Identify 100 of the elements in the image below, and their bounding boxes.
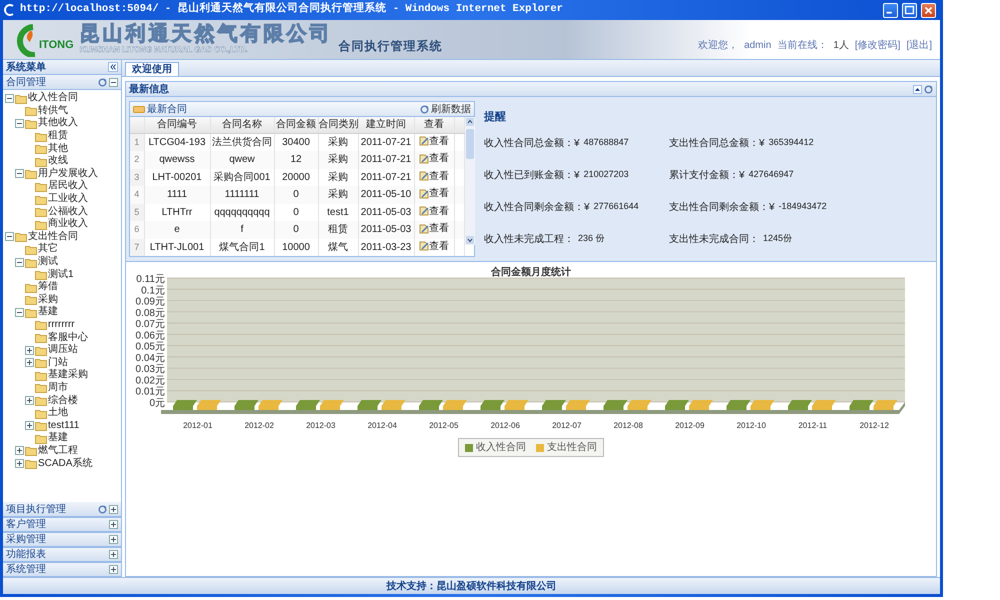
tree-toggle-icon[interactable] [15, 118, 24, 128]
collapse-icon[interactable] [109, 78, 118, 86]
tree-item[interactable]: 调压站 [48, 345, 78, 356]
expand-icon[interactable] [109, 520, 118, 529]
view-link[interactable]: 查看 [419, 134, 449, 148]
maximize-button[interactable] [902, 2, 917, 18]
legend-label: 收入性合同 [476, 440, 526, 455]
folder-icon[interactable] [35, 269, 47, 280]
expand-icon[interactable] [109, 550, 118, 559]
bar [419, 400, 443, 410]
folder-icon[interactable] [35, 319, 47, 330]
tree-item[interactable]: SCADA系统 [38, 458, 92, 469]
expand-icon[interactable] [109, 504, 118, 514]
tree-toggle-icon[interactable] [15, 308, 24, 317]
tree-toggle-icon[interactable] [5, 94, 14, 103]
refresh-icon[interactable] [420, 104, 429, 114]
online-label: 当前在线： [777, 38, 828, 53]
column-header: 合同类别 [318, 117, 358, 133]
refresh-link[interactable]: 刷新数据 [431, 102, 471, 116]
tree-item[interactable]: 其他 [48, 144, 68, 154]
stat-value: 1245份 [763, 232, 792, 244]
expand-icon[interactable] [109, 565, 118, 574]
tree-toggle-icon[interactable] [15, 169, 24, 178]
tree-toggle-icon[interactable] [15, 459, 24, 468]
folder-icon[interactable] [35, 218, 47, 230]
tree-item[interactable]: 用户发展收入 [38, 168, 98, 179]
refresh-icon[interactable] [98, 504, 107, 514]
tree-toggle-icon[interactable] [25, 346, 34, 355]
folder-icon[interactable] [35, 156, 47, 167]
folder-icon[interactable] [35, 180, 47, 192]
tree-toggle-icon[interactable] [25, 421, 34, 430]
folder-icon[interactable] [35, 194, 47, 205]
tree-item[interactable]: 工业收入 [48, 194, 88, 204]
tree-item[interactable]: 其它 [38, 244, 58, 254]
sidebar-title: 系统菜单 [6, 60, 47, 74]
folder-icon[interactable] [35, 130, 47, 142]
tree-item[interactable]: 客服中心 [48, 332, 88, 343]
view-link[interactable]: 查看 [419, 204, 449, 218]
scrollbar[interactable] [464, 117, 474, 245]
edit-icon[interactable] [419, 154, 429, 164]
folder-icon[interactable] [25, 282, 37, 293]
tab[interactable]: 欢迎使用 [125, 62, 179, 76]
tree-item[interactable]: 土地 [48, 408, 68, 418]
tree-item[interactable]: 改线 [48, 156, 68, 166]
edit-icon[interactable] [419, 241, 429, 251]
tree-item[interactable]: rrrrrrrr [48, 320, 75, 330]
tree-item[interactable]: 公福收入 [48, 206, 88, 217]
tree-item[interactable]: 基建 [48, 433, 68, 444]
table-cell: 采购 [318, 151, 358, 168]
view-link[interactable]: 查看 [419, 238, 449, 254]
folder-icon[interactable] [35, 206, 47, 218]
tree-item[interactable]: 门站 [48, 358, 68, 368]
tree-item[interactable]: 收入性合同 [28, 93, 78, 104]
tree-item[interactable]: 基建采购 [48, 370, 88, 380]
tree-toggle-icon[interactable] [5, 232, 14, 242]
tree-item[interactable]: 综合楼 [48, 396, 78, 406]
refresh-icon[interactable] [98, 78, 107, 86]
tree-item[interactable]: 采购 [38, 294, 58, 305]
edit-icon[interactable] [419, 136, 429, 146]
tree-item[interactable]: 燃气工程 [38, 446, 78, 456]
tree-item[interactable]: 居民收入 [48, 181, 88, 192]
tree-toggle-icon[interactable] [15, 258, 24, 267]
tree-toggle-icon[interactable] [25, 396, 34, 406]
tree-item[interactable]: 支出性合同 [28, 232, 78, 242]
tree-item[interactable]: 其他收入 [38, 118, 78, 128]
axis-tick-label: 0.11元 [136, 274, 165, 285]
tree-toggle-icon[interactable] [15, 446, 24, 456]
header-link[interactable]: [退出] [906, 38, 932, 53]
tree-item[interactable]: 租赁 [48, 131, 68, 142]
close-button[interactable] [921, 2, 936, 18]
expand-icon[interactable] [109, 535, 118, 544]
tree-item[interactable]: 测试 [38, 257, 58, 268]
row-number: 7 [130, 238, 144, 256]
header-link[interactable]: [修改密码] [854, 38, 900, 53]
minimize-button[interactable] [883, 2, 898, 18]
bar [812, 400, 836, 410]
tree-item[interactable]: 筹借 [38, 282, 58, 292]
folder-icon[interactable] [35, 143, 47, 154]
collapse-icon[interactable] [913, 84, 922, 94]
edit-icon[interactable] [419, 188, 429, 198]
logo-text: ITONG [39, 38, 74, 52]
bar [788, 400, 812, 410]
view-link[interactable]: 查看 [419, 168, 449, 184]
welcome-text: 欢迎您， [698, 38, 738, 53]
tree-item[interactable]: 基建 [38, 307, 58, 318]
tree-item[interactable]: 转供气 [38, 106, 68, 116]
edit-icon[interactable] [419, 224, 429, 234]
axis-category-label: 2012-12 [860, 421, 889, 430]
bar [850, 400, 874, 410]
tree-toggle-icon[interactable] [25, 358, 34, 368]
collapse-icon[interactable] [108, 62, 118, 72]
tree-item[interactable]: 周市 [48, 382, 68, 393]
tree-item[interactable]: 测试1 [48, 270, 74, 280]
bar [628, 400, 652, 410]
tree-item[interactable]: test111 [48, 420, 80, 431]
edit-icon[interactable] [419, 171, 429, 181]
user-link[interactable]: admin [744, 38, 772, 53]
tree-item[interactable]: 商业收入 [48, 219, 88, 230]
table-cell: 0 [274, 221, 318, 238]
edit-icon[interactable] [419, 206, 429, 216]
